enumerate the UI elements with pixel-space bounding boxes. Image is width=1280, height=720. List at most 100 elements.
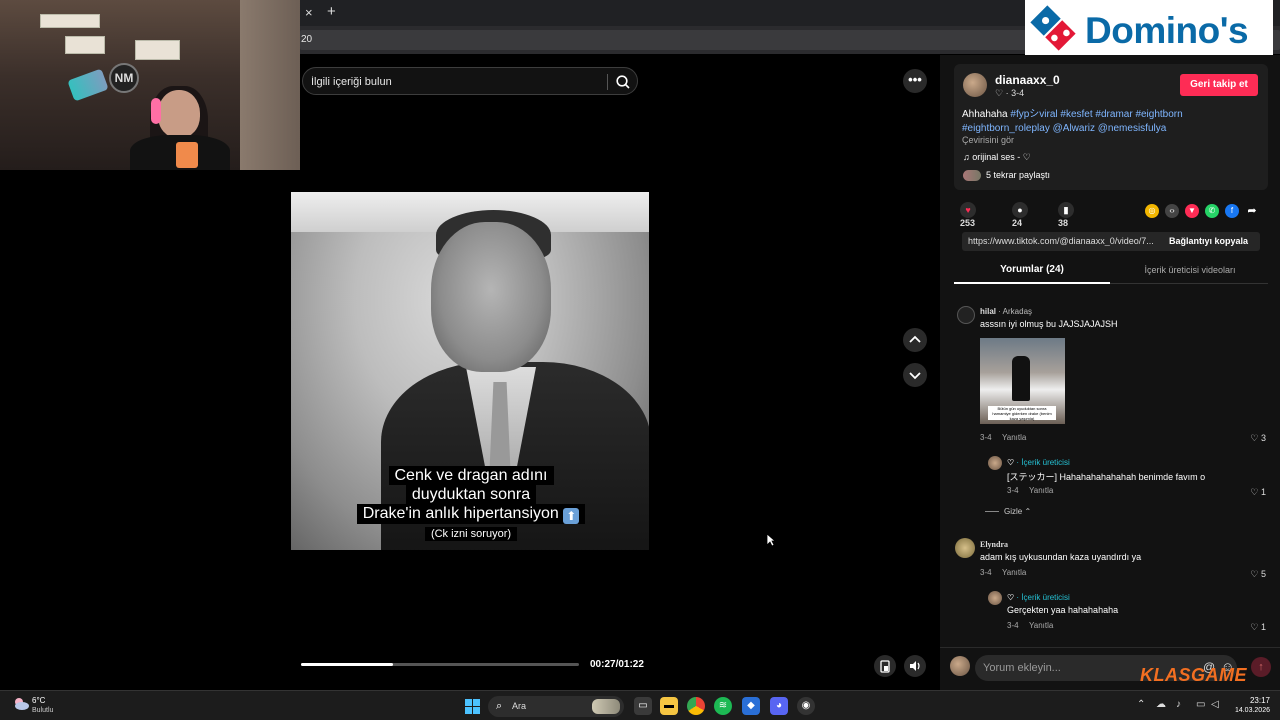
- more-options-button[interactable]: •••: [903, 69, 927, 93]
- comment-count: 24: [1012, 218, 1023, 228]
- link-box: https://www.tiktok.com/@dianaaxx_0/video…: [962, 232, 1260, 251]
- reply-like-button[interactable]: ♡ 1: [1236, 622, 1266, 633]
- save-button[interactable]: ▮38: [1058, 202, 1079, 228]
- mouse-cursor-icon: [766, 533, 776, 547]
- share-arrow-icon[interactable]: ➦: [1245, 204, 1259, 218]
- clock-date[interactable]: 14.03.2026: [1218, 707, 1270, 714]
- comment-user: hilal: [980, 307, 997, 316]
- previous-video-button[interactable]: [903, 328, 927, 352]
- windows-start-icon[interactable]: [465, 699, 480, 714]
- reply-button[interactable]: Yanıtla: [1029, 621, 1053, 630]
- comment-image-thumbnail[interactable]: Bütün gün uyuduktan sonra hamamiye gider…: [980, 338, 1065, 424]
- caption-line-3: Drake'in anlık hipertansiyon ⬆: [356, 504, 586, 524]
- windows-taskbar: 6°C Bulutlu ⌕ Ara ▭ ▬ ≋ ◆ ◕ ◉ ⌃ ☁ ♪ ▭ ◁ …: [0, 690, 1280, 720]
- save-count: 38: [1058, 218, 1069, 228]
- send-comment-button[interactable]: ↑: [1251, 657, 1271, 677]
- caption-subtitle: (Ck izni soruyor): [424, 527, 518, 541]
- facebook-icon[interactable]: f: [1225, 204, 1239, 218]
- tab-comments[interactable]: Yorumlar (24): [954, 264, 1110, 275]
- chevron-up-icon: [909, 335, 921, 343]
- author-avatar[interactable]: [963, 73, 987, 97]
- reply-avatar[interactable]: [988, 456, 1002, 470]
- network-icon[interactable]: ▭: [1196, 699, 1205, 710]
- screen: NM × + 20 Domino's İlgili içeriği bulun …: [0, 0, 1280, 720]
- video-search-bar[interactable]: [302, 67, 638, 95]
- taskbar-search[interactable]: ⌕ Ara: [488, 696, 624, 717]
- app-icon[interactable]: ◆: [742, 697, 760, 715]
- thumbnail-figure: [1012, 356, 1030, 401]
- cloud-icon[interactable]: [12, 696, 30, 712]
- discord-icon[interactable]: ◕: [770, 697, 788, 715]
- comment-username[interactable]: hilal · Arkadaş: [980, 307, 1032, 316]
- streamer-webcam: NM: [0, 0, 300, 170]
- obs-icon[interactable]: ◉: [797, 697, 815, 715]
- coin-icon[interactable]: ◎: [1145, 204, 1159, 218]
- caption-line-3-text: Drake'in anlık hipertansiyon: [362, 505, 559, 522]
- caption-line-2: duyduktan sonra: [405, 485, 537, 504]
- video-caption: Cenk ve dragan adını duyduktan sonra Dra…: [339, 466, 603, 542]
- search-separator: [607, 74, 608, 90]
- comment-like-button[interactable]: ♡ 5: [1236, 569, 1266, 580]
- reply-button[interactable]: Yanıtla: [1002, 433, 1026, 442]
- tray-cloud-icon[interactable]: ☁: [1156, 699, 1166, 710]
- task-view-icon[interactable]: ▭: [634, 697, 652, 715]
- reply-date: 3-4: [1007, 486, 1019, 495]
- like-button[interactable]: ♥253: [960, 202, 981, 228]
- reply-date: 3-4: [1007, 621, 1019, 630]
- comment-bubble-icon: ●: [1012, 202, 1028, 218]
- follow-back-button[interactable]: Geri takip et: [1180, 74, 1258, 96]
- weather-temperature[interactable]: 6°C: [32, 696, 45, 705]
- cup: [176, 142, 198, 168]
- comment-username[interactable]: Elyndra: [980, 540, 1008, 549]
- video-face: [431, 222, 551, 372]
- cabinet: [240, 0, 300, 170]
- reply-text: [ステッカー] Hahahahahahahah benimde favım o: [1007, 472, 1206, 482]
- reply-username[interactable]: ♡ · İçerik üreticisi: [1007, 458, 1070, 467]
- pip-icon: [880, 660, 890, 673]
- comment-avatar[interactable]: [955, 538, 975, 558]
- copy-link-button[interactable]: Bağlantıyı kopyala: [1169, 236, 1248, 246]
- reply-username[interactable]: ♡ · İçerik üreticisi: [1007, 593, 1070, 602]
- comment-relation: · Arkadaş: [996, 307, 1033, 316]
- comment-text: adam kış uykusundan kaza uyandırdı ya: [980, 552, 1142, 562]
- comment-like-button[interactable]: ♡ 3: [1236, 433, 1266, 444]
- search-icon[interactable]: [615, 74, 631, 90]
- creator-badge: · İçerik üreticisi: [1014, 593, 1070, 602]
- streamer-logo: NM: [109, 63, 139, 93]
- reply-like-button[interactable]: ♡ 1: [1236, 487, 1266, 498]
- video-progress-bar[interactable]: [301, 663, 579, 666]
- search-input[interactable]: [311, 73, 601, 90]
- reply-button[interactable]: Yanıtla: [1029, 486, 1053, 495]
- reply-avatar[interactable]: [988, 591, 1002, 605]
- post-description: Ahhahaha #fypシviral #kesfet #dramar #eig…: [962, 108, 1262, 136]
- spotify-icon[interactable]: ≋: [714, 697, 732, 715]
- reply-button[interactable]: Yanıtla: [1002, 568, 1026, 577]
- sound-link[interactable]: ♫ orijinal ses - ♡: [963, 152, 1031, 163]
- volume-button[interactable]: [904, 655, 926, 677]
- pip-button[interactable]: [874, 655, 896, 677]
- file-explorer-icon[interactable]: ▬: [660, 697, 678, 715]
- reply-text: Gerçekten yaa hahahahaha: [1007, 605, 1119, 615]
- embed-icon[interactable]: ‹›: [1165, 204, 1179, 218]
- hide-replies-button[interactable]: Gizle ⌃: [1004, 507, 1031, 516]
- clock-time[interactable]: 23:17: [1238, 696, 1270, 705]
- video-url[interactable]: https://www.tiktok.com/@dianaaxx_0/video…: [968, 236, 1162, 246]
- panel-tabs: Yorumlar (24) İçerik üreticisi videoları: [954, 262, 1268, 284]
- repost-count[interactable]: 5 tekrar paylaştı: [986, 170, 1050, 180]
- chrome-icon[interactable]: [687, 697, 705, 715]
- whatsapp-icon[interactable]: ✆: [1205, 204, 1219, 218]
- tray-mic-icon[interactable]: ♪: [1176, 699, 1181, 710]
- author-name[interactable]: dianaaxx_0: [995, 73, 1060, 87]
- tab-creator-videos[interactable]: İçerik üreticisi videoları: [1112, 265, 1268, 275]
- next-video-button[interactable]: [903, 363, 927, 387]
- comment-user: Elyndra: [980, 540, 1009, 549]
- comment-button[interactable]: ●24: [1012, 202, 1033, 228]
- bookmark-icon: ▮: [1058, 202, 1074, 218]
- see-translation-link[interactable]: Çevirisini gör: [962, 135, 1014, 145]
- close-tab-button[interactable]: ×: [305, 5, 313, 20]
- send-icon[interactable]: ▼: [1185, 204, 1199, 218]
- video-progress-fill: [301, 663, 393, 666]
- tray-chevron-icon[interactable]: ⌃: [1137, 699, 1145, 710]
- comment-avatar[interactable]: [957, 306, 975, 324]
- new-tab-button[interactable]: +: [327, 3, 336, 20]
